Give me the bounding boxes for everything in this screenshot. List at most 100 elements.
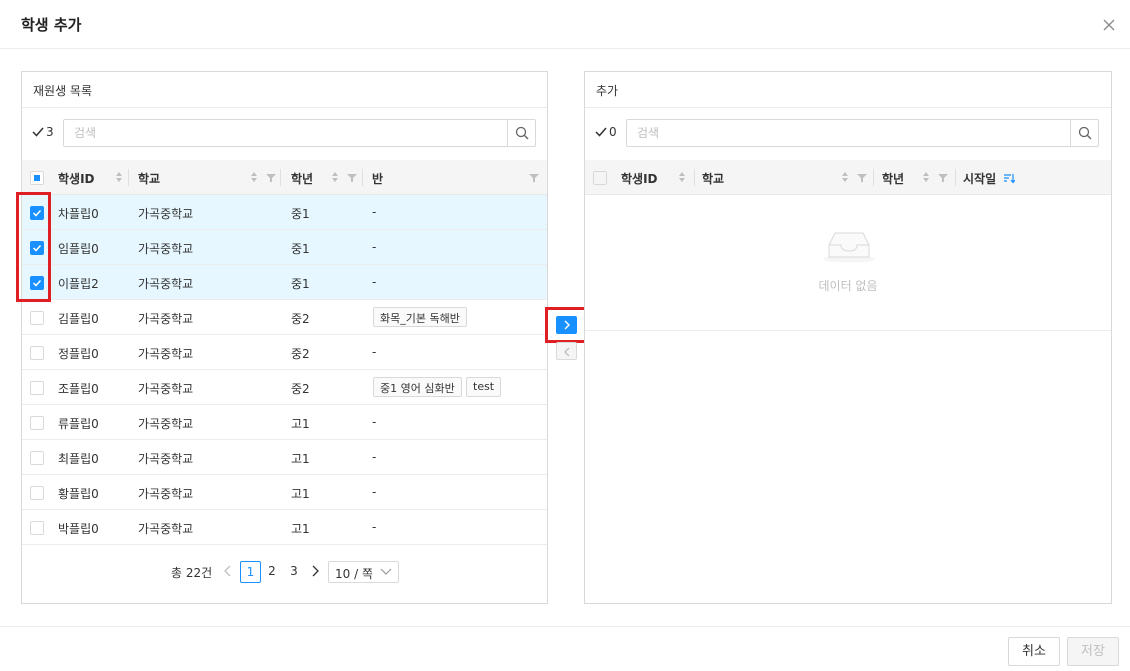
class-tag: test bbox=[466, 377, 502, 397]
check-icon bbox=[32, 244, 42, 252]
page-1[interactable]: 1 bbox=[240, 561, 261, 583]
pagination: 총 22건 1 2 3 10 / 쪽 bbox=[22, 559, 547, 585]
modal-title: 학생 추가 bbox=[21, 16, 82, 34]
cancel-button[interactable]: 취소 bbox=[1008, 637, 1060, 666]
row-checkbox[interactable] bbox=[30, 521, 44, 535]
select-all-checkbox[interactable] bbox=[593, 171, 607, 185]
page-size-select[interactable]: 10 / 쪽 bbox=[328, 561, 399, 583]
column-divider bbox=[873, 169, 874, 186]
search-icon bbox=[515, 126, 529, 140]
cell-class: - bbox=[372, 415, 377, 429]
modal-header: 학생 추가 bbox=[0, 0, 1130, 49]
table-row[interactable]: 조플립0 가곡중학교 중2 중1 영어 심화반 test bbox=[22, 370, 547, 405]
cell-class: - bbox=[372, 275, 377, 289]
filter-icon[interactable] bbox=[529, 173, 539, 183]
cell-grade: 고1 bbox=[291, 522, 310, 536]
cell-grade: 고1 bbox=[291, 452, 310, 466]
column-header-grade: 학년 bbox=[291, 172, 314, 186]
cell-school: 가곡중학교 bbox=[138, 522, 194, 536]
row-checkbox[interactable] bbox=[30, 381, 44, 395]
filter-icon[interactable] bbox=[266, 173, 276, 183]
sort-icon[interactable] bbox=[922, 171, 930, 183]
cell-school: 가곡중학교 bbox=[138, 347, 194, 361]
checked-count: 0 bbox=[595, 125, 617, 139]
table-row[interactable]: 박플립0 가곡중학교 고1 - bbox=[22, 510, 547, 545]
modal-footer: 취소 저장 bbox=[0, 626, 1130, 671]
search-input[interactable] bbox=[64, 120, 504, 146]
table-header: 학생ID 학교 학년 시작일 bbox=[585, 160, 1111, 195]
checked-count: 3 bbox=[32, 125, 54, 139]
row-checkbox[interactable] bbox=[30, 311, 44, 325]
row-checkbox[interactable] bbox=[30, 276, 44, 290]
cell-grade: 고1 bbox=[291, 417, 310, 431]
search-row: 0 bbox=[585, 108, 1111, 160]
search-button[interactable] bbox=[1070, 120, 1098, 146]
sort-icon[interactable] bbox=[331, 171, 339, 183]
search-box bbox=[63, 119, 536, 147]
page-2[interactable]: 2 bbox=[266, 561, 278, 583]
panel-title: 추가 bbox=[585, 72, 1111, 108]
checked-count-value: 3 bbox=[46, 125, 54, 139]
select-all-checkbox[interactable] bbox=[30, 171, 44, 185]
close-button[interactable] bbox=[1099, 15, 1119, 35]
table-row[interactable]: 황플립0 가곡중학교 고1 - bbox=[22, 475, 547, 510]
sort-icon[interactable] bbox=[841, 171, 849, 183]
row-checkbox[interactable] bbox=[30, 451, 44, 465]
search-button[interactable] bbox=[507, 120, 535, 146]
column-header-student-id: 학생ID bbox=[621, 172, 658, 186]
row-checkbox[interactable] bbox=[30, 416, 44, 430]
check-icon bbox=[595, 127, 607, 137]
table-row[interactable]: 임플립0 가곡중학교 중1 - bbox=[22, 230, 547, 265]
cell-student-id: 박플립0 bbox=[58, 522, 99, 536]
cell-student-id: 황플립0 bbox=[58, 487, 99, 501]
cell-student-id: 조플립0 bbox=[58, 382, 99, 396]
search-input[interactable] bbox=[627, 120, 1067, 146]
check-icon bbox=[32, 279, 42, 287]
class-tag: 중1 영어 심화반 bbox=[373, 377, 462, 397]
table-row[interactable]: 김플립0 가곡중학교 중2 화목_기본 독해반 bbox=[22, 300, 547, 335]
row-checkbox[interactable] bbox=[30, 346, 44, 360]
cell-class: - bbox=[372, 240, 377, 254]
save-button[interactable]: 저장 bbox=[1067, 637, 1119, 666]
chevron-right-icon[interactable] bbox=[310, 564, 320, 578]
table-row[interactable]: 차플립0 가곡중학교 중1 - bbox=[22, 195, 547, 230]
added-students-panel: 추가 0 학생ID 학교 학년 시작일 데이터 없음 bbox=[584, 71, 1112, 604]
pagination-total: 총 22건 bbox=[171, 566, 213, 580]
cell-grade: 중2 bbox=[291, 382, 310, 396]
filter-icon[interactable] bbox=[347, 173, 357, 183]
panel-title: 재원생 목록 bbox=[22, 72, 547, 108]
row-checkbox[interactable] bbox=[30, 486, 44, 500]
cell-school: 가곡중학교 bbox=[138, 487, 194, 501]
sort-icon[interactable] bbox=[115, 171, 123, 183]
cell-school: 가곡중학교 bbox=[138, 417, 194, 431]
table-row[interactable]: 류플립0 가곡중학교 고1 - bbox=[22, 405, 547, 440]
move-to-right-button[interactable] bbox=[556, 316, 577, 334]
sort-icon[interactable] bbox=[250, 171, 258, 183]
empty-text: 데이터 없음 bbox=[818, 279, 878, 293]
table-row[interactable]: 정플립0 가곡중학교 중2 - bbox=[22, 335, 547, 370]
page-3[interactable]: 3 bbox=[288, 561, 300, 583]
row-checkbox[interactable] bbox=[30, 206, 44, 220]
move-to-left-button[interactable] bbox=[556, 342, 577, 360]
class-tag: 화목_기본 독해반 bbox=[373, 307, 467, 327]
row-checkbox[interactable] bbox=[30, 241, 44, 255]
cell-class: - bbox=[372, 205, 377, 219]
table-row[interactable]: 이플립2 가곡중학교 중1 - bbox=[22, 265, 547, 300]
check-icon bbox=[32, 127, 44, 137]
cell-grade: 중2 bbox=[291, 347, 310, 361]
close-icon bbox=[1103, 19, 1115, 31]
filter-icon[interactable] bbox=[938, 173, 948, 183]
cell-student-id: 이플립2 bbox=[58, 277, 99, 291]
table-row[interactable]: 최플립0 가곡중학교 고1 - bbox=[22, 440, 547, 475]
column-header-class: 반 bbox=[372, 172, 384, 186]
column-header-school: 학교 bbox=[138, 172, 161, 186]
sort-descending-icon[interactable] bbox=[1004, 173, 1015, 184]
chevron-left-icon[interactable] bbox=[223, 564, 233, 578]
sort-icon[interactable] bbox=[678, 171, 686, 183]
cell-class: - bbox=[372, 485, 377, 499]
cell-grade: 중1 bbox=[291, 277, 310, 291]
filter-icon[interactable] bbox=[857, 173, 867, 183]
cell-student-id: 임플립0 bbox=[58, 242, 99, 256]
inbox-icon bbox=[823, 232, 875, 263]
cell-student-id: 최플립0 bbox=[58, 452, 99, 466]
